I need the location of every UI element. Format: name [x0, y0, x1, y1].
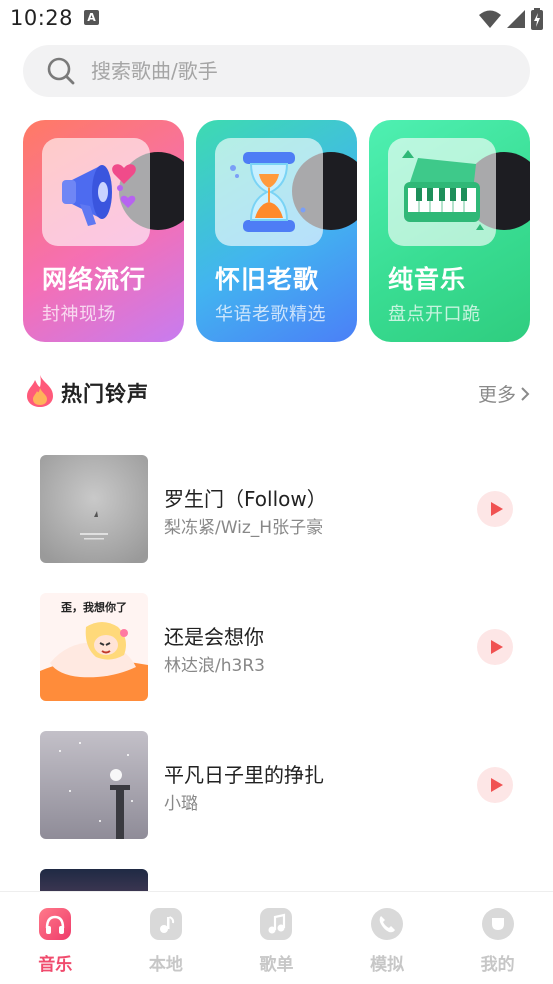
category-title: 纯音乐 [388, 265, 467, 294]
song-artist: 梨冻紧/Wiz_H张子豪 [164, 518, 324, 538]
nav-label: 模拟 [370, 955, 405, 975]
music-app-icon [39, 908, 72, 940]
profile-icon [481, 908, 514, 940]
category-subtitle: 华语老歌精选 [215, 304, 326, 325]
category-subtitle: 盘点开口跪 [388, 304, 481, 325]
playlist-icon [260, 908, 293, 940]
song-artist: 小璐 [164, 794, 198, 814]
song-title: 还是会想你 [164, 625, 264, 649]
play-button[interactable] [477, 767, 513, 803]
song-row[interactable]: 歪，我想你了 还是会想你 林达浪/h3R3 [40, 593, 513, 701]
a-notification-icon: A [84, 10, 99, 25]
nav-item-playlist[interactable]: 歌单 [221, 892, 332, 984]
section-title: 热门铃声 [61, 382, 149, 406]
battery-icon [531, 8, 543, 30]
chevron-right-icon [521, 386, 530, 401]
search-bar[interactable] [23, 45, 530, 97]
nav-item-local[interactable]: 本地 [111, 892, 222, 984]
song-artist: 林达浪/h3R3 [164, 656, 265, 676]
search-input[interactable] [91, 45, 491, 97]
status-time: 10:28 [10, 6, 74, 30]
song-title: 平凡日子里的挣扎 [164, 763, 324, 787]
play-icon [490, 778, 503, 792]
play-icon [490, 640, 503, 654]
category-title: 网络流行 [42, 265, 147, 294]
play-button[interactable] [477, 629, 513, 665]
status-icons [479, 8, 543, 30]
megaphone-icon [42, 138, 150, 246]
song-cover [40, 455, 148, 563]
category-card-network-pop[interactable]: 网络流行 封神现场 [23, 120, 184, 342]
song-cover-partial [40, 869, 148, 891]
search-icon [47, 57, 75, 85]
nav-label: 音乐 [38, 955, 73, 975]
song-cover: 歪，我想你了 [40, 593, 148, 701]
nav-label: 本地 [148, 955, 183, 975]
play-icon [490, 502, 503, 516]
song-row[interactable]: 罗生门（Follow） 梨冻紧/Wiz_H张子豪 [40, 455, 513, 563]
nav-item-mine[interactable]: 我的 [442, 892, 553, 984]
bottom-nav: 音乐 本地 歌单 模拟 我的 [0, 891, 553, 984]
nav-item-simulate[interactable]: 模拟 [332, 892, 443, 984]
category-title: 怀旧老歌 [215, 265, 320, 294]
phone-icon [371, 908, 404, 940]
cover-caption: 歪，我想你了 [61, 601, 127, 614]
fire-icon [27, 375, 53, 407]
folder-note-icon [149, 908, 182, 940]
more-label: 更多 [477, 384, 516, 406]
nav-item-music[interactable]: 音乐 [0, 892, 111, 984]
wifi-icon [479, 10, 501, 28]
status-bar: 10:28 A [0, 0, 553, 38]
category-subtitle: 封神现场 [42, 304, 116, 325]
hot-ringtones-header: 热门铃声 更多 [25, 372, 530, 412]
song-title: 罗生门（Follow） [164, 487, 327, 511]
piano-icon [388, 138, 496, 246]
nav-label: 我的 [480, 955, 515, 975]
song-cover [40, 731, 148, 839]
category-card-nostalgic[interactable]: 怀旧老歌 华语老歌精选 [196, 120, 357, 342]
category-card-pure-music[interactable]: 纯音乐 盘点开口跪 [369, 120, 530, 342]
signal-icon [507, 10, 525, 28]
hourglass-icon [215, 138, 323, 246]
nav-label: 歌单 [259, 955, 294, 975]
song-row[interactable]: 平凡日子里的挣扎 小璐 [40, 731, 513, 839]
play-button[interactable] [477, 491, 513, 527]
more-link[interactable]: 更多 [478, 380, 530, 407]
